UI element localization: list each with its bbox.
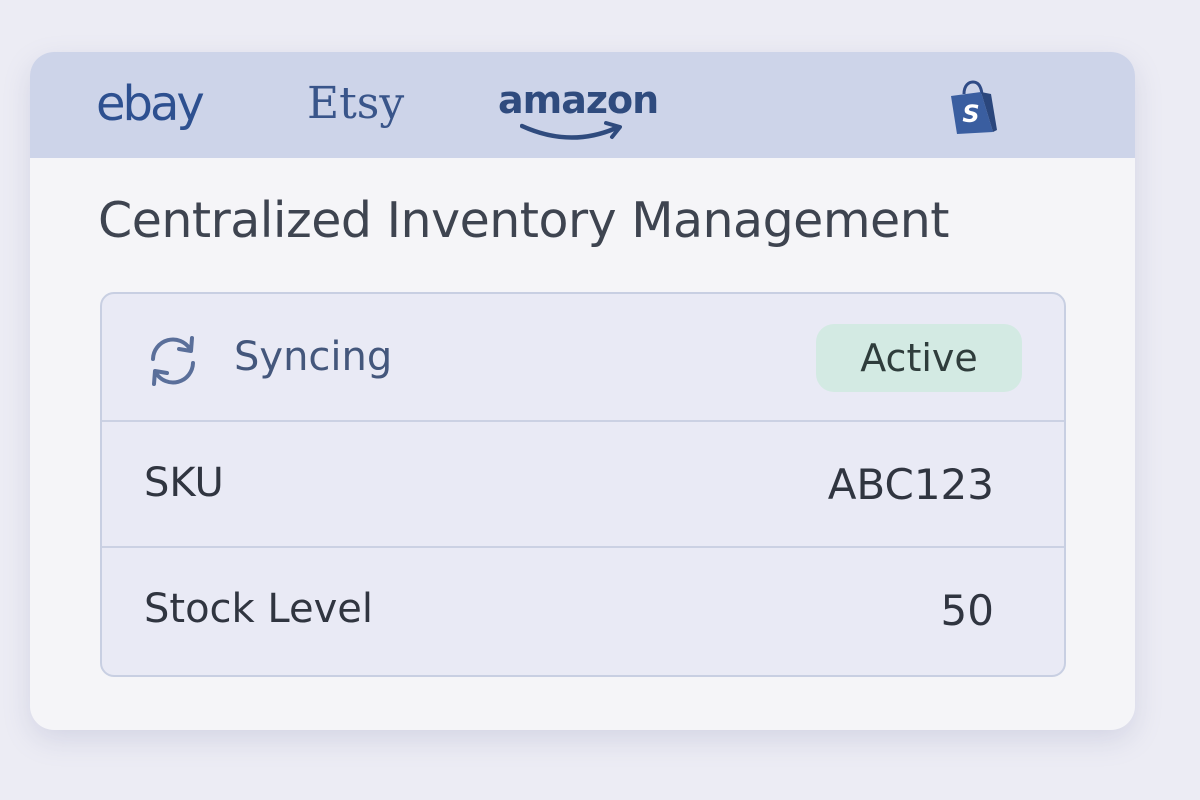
inventory-panel: Syncing Active SKU ABC123 Stock Level 50 <box>100 292 1066 677</box>
ebay-logo[interactable]: ebay <box>96 76 205 132</box>
etsy-logo[interactable]: Etsy <box>307 78 404 129</box>
marketplace-header: ebay Etsy amazon S <box>30 52 1135 158</box>
shopify-bag-icon[interactable]: S <box>947 80 999 136</box>
sku-value: ABC123 <box>827 460 994 509</box>
sku-row: SKU ABC123 <box>102 420 1064 546</box>
amazon-logo-text: amazon <box>498 78 659 122</box>
stock-level-value: 50 <box>940 586 994 635</box>
sync-row: Syncing Active <box>102 294 1064 418</box>
sync-icon[interactable] <box>144 332 202 390</box>
status-badge: Active <box>816 324 1022 392</box>
sync-label: Syncing <box>234 334 393 380</box>
amazon-logo[interactable]: amazon <box>498 78 668 148</box>
stock-level-row: Stock Level 50 <box>102 546 1064 675</box>
sku-label: SKU <box>144 460 224 506</box>
inventory-card: ebay Etsy amazon S Centralized Inventory… <box>30 52 1135 730</box>
svg-text:S: S <box>962 100 979 128</box>
amazon-smile-icon <box>520 121 622 140</box>
stock-level-label: Stock Level <box>144 586 374 632</box>
page-title: Centralized Inventory Management <box>98 192 949 249</box>
